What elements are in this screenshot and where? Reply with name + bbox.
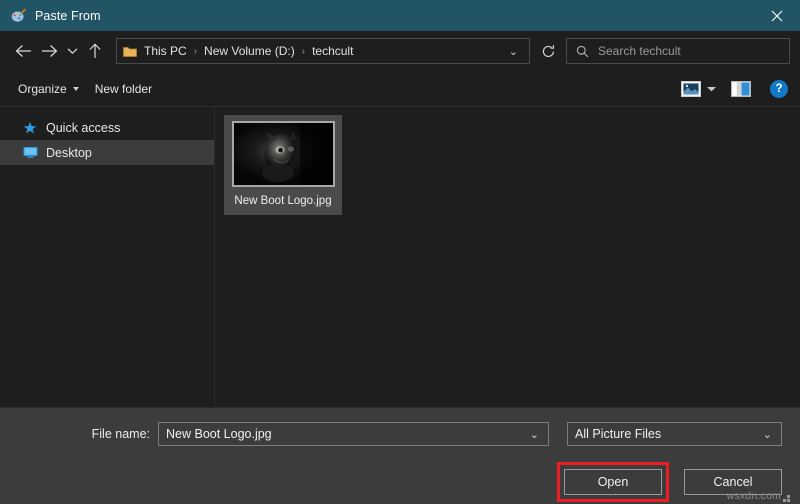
organize-label: Organize [18, 81, 67, 96]
refresh-icon [542, 44, 554, 57]
command-toolbar: Organize New folder ? [0, 71, 800, 107]
breadcrumb-item-1[interactable]: New Volume (D:) [202, 44, 297, 58]
new-folder-label: New folder [94, 81, 153, 96]
recent-locations-button[interactable] [62, 38, 82, 64]
preview-pane-icon[interactable] [728, 79, 754, 99]
dialog-body: Quick access Desktop New Boot Logo.jpg [0, 107, 800, 407]
paste-from-dialog: Paste From This PC › New Volume (D:) › t… [0, 0, 800, 504]
back-button[interactable] [10, 38, 36, 64]
paint-app-icon [10, 7, 27, 24]
breadcrumb-separator: › [193, 45, 198, 57]
sidebar-item-label: Desktop [46, 145, 92, 160]
help-button[interactable]: ? [770, 79, 788, 98]
file-name-label: New Boot Logo.jpg [234, 195, 332, 207]
search-box[interactable]: Search techcult [566, 38, 790, 64]
window-title: Paste From [35, 8, 101, 23]
breadcrumb-item-2[interactable]: techcult [310, 44, 355, 58]
address-bar[interactable]: This PC › New Volume (D:) › techcult ⌄ [116, 38, 530, 64]
arrow-up-icon [89, 43, 101, 58]
chevron-down-icon[interactable]: ⌄ [525, 428, 546, 441]
sidebar-item-quick-access[interactable]: Quick access [0, 115, 214, 140]
open-button-highlight: Open [557, 462, 669, 502]
title-bar: Paste From [0, 0, 800, 31]
cancel-label: Cancel [713, 475, 753, 489]
filename-value[interactable]: New Boot Logo.jpg [166, 427, 525, 441]
monitor-icon [22, 145, 38, 161]
dialog-buttons-row: Open Cancel [18, 446, 782, 502]
sidebar-item-label: Quick access [46, 120, 121, 135]
search-input[interactable]: Search techcult [598, 44, 681, 58]
forward-button[interactable] [36, 38, 62, 64]
open-button[interactable]: Open [564, 469, 662, 495]
view-options-caret[interactable] [702, 79, 720, 99]
dialog-footer: File name: New Boot Logo.jpg ⌄ All Pictu… [0, 407, 800, 504]
filetype-value: All Picture Files [575, 427, 662, 441]
chevron-down-icon [706, 86, 716, 91]
star-icon [22, 120, 38, 136]
filename-label: File name: [91, 427, 150, 441]
sidebar-item-desktop[interactable]: Desktop [0, 140, 214, 165]
file-thumbnail [231, 121, 335, 187]
help-label: ? [775, 82, 783, 95]
new-folder-button[interactable]: New folder [87, 78, 160, 100]
breadcrumb-item-0[interactable]: This PC [142, 44, 189, 58]
search-icon [576, 45, 589, 58]
chevron-down-icon [72, 86, 79, 91]
chevron-down-icon[interactable]: ⌄ [758, 428, 779, 441]
navigation-bar: This PC › New Volume (D:) › techcult ⌄ S… [0, 31, 800, 71]
file-list-pane[interactable]: New Boot Logo.jpg [215, 107, 800, 407]
navigation-sidebar: Quick access Desktop [0, 107, 215, 407]
refresh-button[interactable] [536, 39, 560, 63]
up-button[interactable] [82, 38, 108, 64]
watermark: wsxdn.com [727, 490, 792, 502]
arrow-left-icon [15, 45, 31, 57]
address-dropdown-icon[interactable]: ⌄ [505, 45, 525, 58]
arrow-right-icon [41, 45, 57, 57]
file-item[interactable]: New Boot Logo.jpg [224, 115, 342, 215]
picture-view-icon[interactable] [680, 80, 702, 98]
watermark-text: wsxdn.com [726, 490, 781, 502]
filename-input[interactable]: New Boot Logo.jpg ⌄ [158, 422, 549, 446]
filetype-dropdown[interactable]: All Picture Files ⌄ [567, 422, 782, 446]
folder-icon [123, 45, 137, 57]
chevron-down-icon [67, 48, 77, 55]
filename-row: File name: New Boot Logo.jpg ⌄ All Pictu… [18, 408, 782, 446]
organize-button[interactable]: Organize [10, 78, 87, 100]
breadcrumb-separator: › [301, 45, 306, 57]
open-label: Open [597, 475, 629, 489]
close-button[interactable] [754, 0, 800, 31]
watermark-dots-icon [783, 493, 792, 502]
